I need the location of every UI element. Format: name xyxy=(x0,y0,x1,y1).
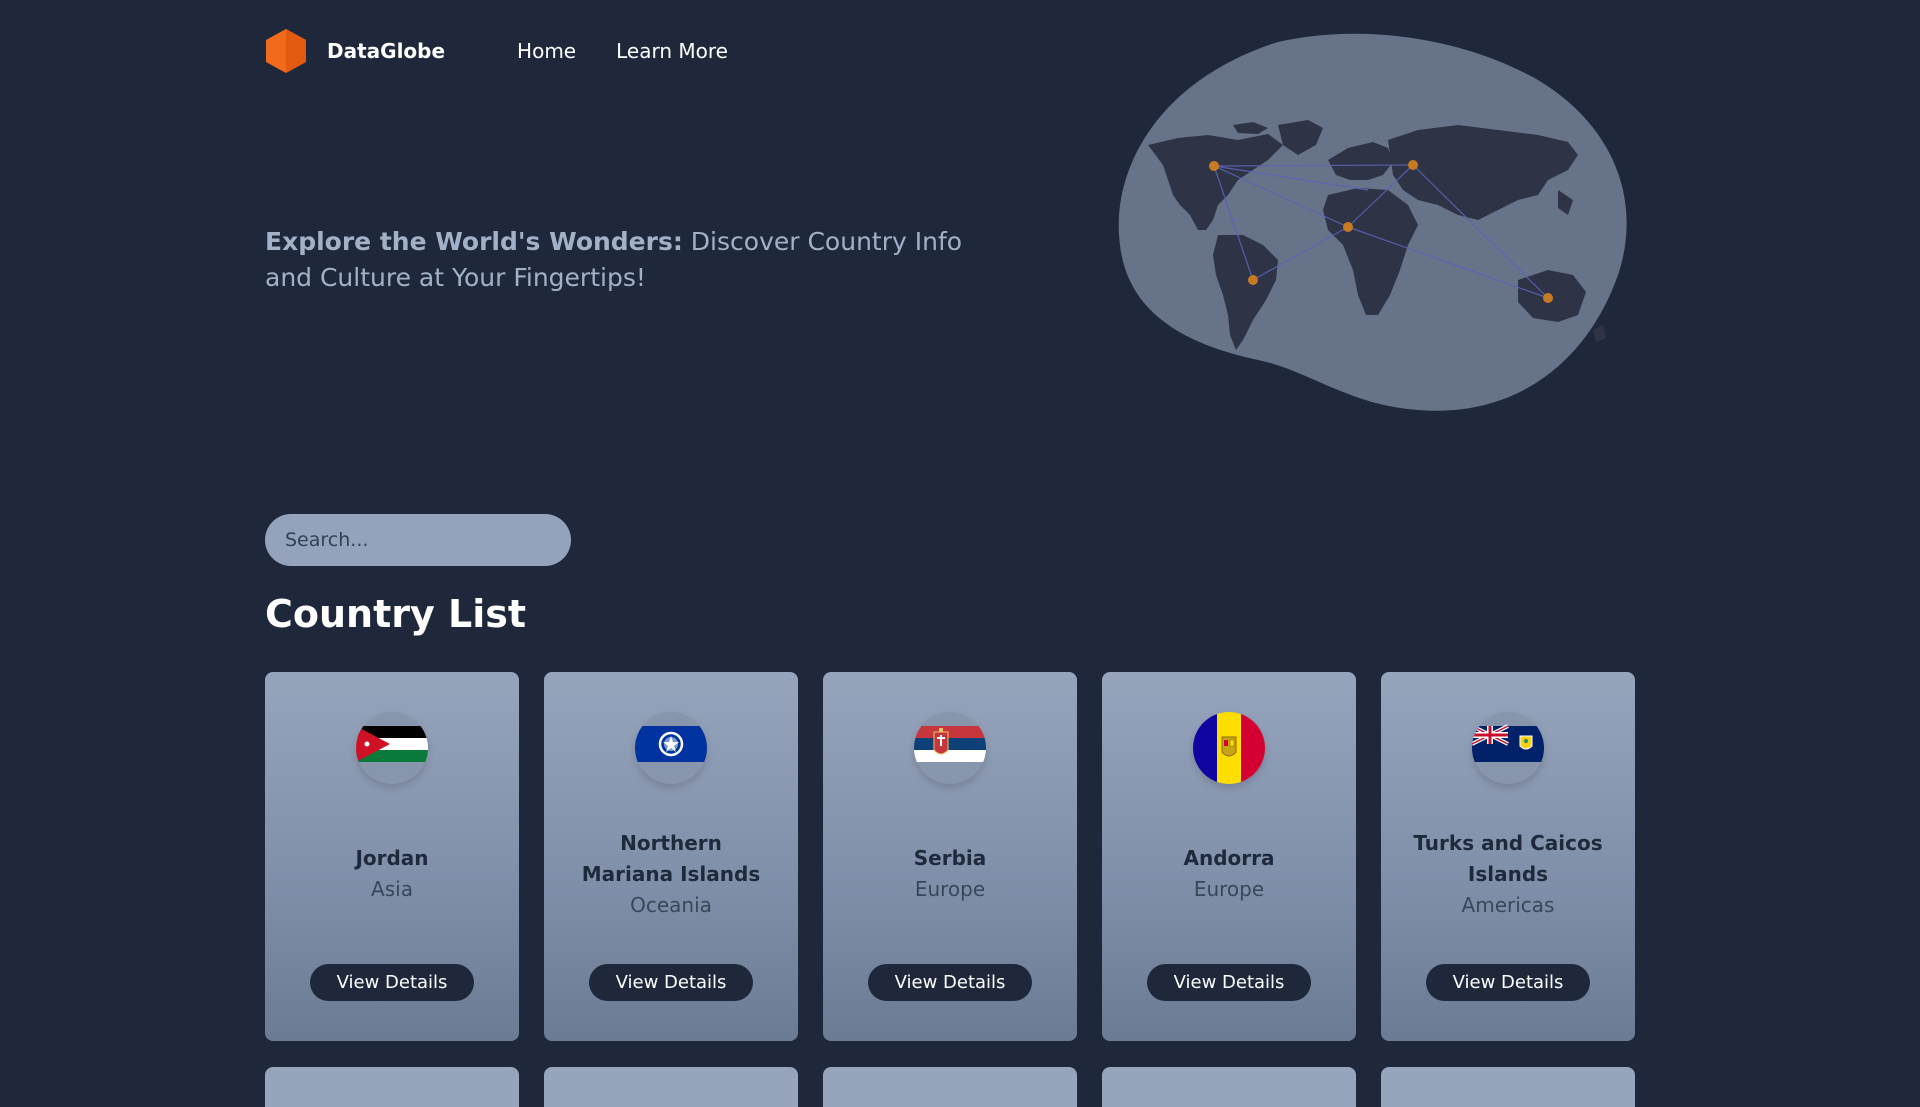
country-name: Northern Mariana Islands xyxy=(581,830,761,886)
country-text: Northern Mariana Islands Oceania xyxy=(571,804,771,944)
country-name: Turks and Caicos Islands xyxy=(1413,830,1603,886)
country-region: Asia xyxy=(371,877,413,901)
country-text: Andorra Europe xyxy=(1129,804,1329,944)
andorra-flag-icon xyxy=(1193,712,1265,784)
brand-name: DataGlobe xyxy=(327,39,446,63)
view-details-button[interactable]: View Details xyxy=(1147,964,1311,1001)
top-nav: DataGlobe Home Learn More xyxy=(265,26,728,76)
country-card[interactable]: Northern Mariana Islands Oceania View De… xyxy=(544,672,798,1041)
country-text: Turks and Caicos Islands Americas xyxy=(1408,804,1608,944)
country-region: Oceania xyxy=(630,892,712,917)
turks-and-caicos-flag-icon xyxy=(1472,712,1544,784)
country-card[interactable] xyxy=(1102,1067,1356,1107)
serbia-flag-icon xyxy=(914,712,986,784)
country-region: Americas xyxy=(1461,892,1555,917)
country-card[interactable]: Turks and Caicos Islands Americas View D… xyxy=(1381,672,1635,1041)
country-region: Europe xyxy=(1193,877,1265,901)
country-text: Serbia Europe xyxy=(850,804,1050,944)
country-card[interactable]: Serbia Europe View Details xyxy=(823,672,1077,1041)
view-details-button[interactable]: View Details xyxy=(310,964,474,1001)
northern-mariana-islands-flag-icon xyxy=(635,712,707,784)
nav-link-home[interactable]: Home xyxy=(517,39,576,63)
jordan-flag-icon xyxy=(356,712,428,784)
country-card[interactable]: Jordan Asia View Details xyxy=(265,672,519,1041)
hexagon-logo-icon xyxy=(266,29,306,73)
world-map-illustration xyxy=(1118,33,1627,411)
country-name: Andorra xyxy=(1183,846,1275,870)
country-card[interactable] xyxy=(823,1067,1077,1107)
hero-headline-bold: Explore the World's Wonders: xyxy=(265,227,683,256)
country-name: Serbia xyxy=(913,846,987,870)
country-text: Jordan Asia xyxy=(292,804,492,944)
view-details-button[interactable]: View Details xyxy=(1426,964,1590,1001)
country-card[interactable]: Andorra Europe View Details xyxy=(1102,672,1356,1041)
hero-headline: Explore the World's Wonders: Discover Co… xyxy=(265,224,965,296)
country-card[interactable] xyxy=(1381,1067,1635,1107)
view-details-button[interactable]: View Details xyxy=(868,964,1032,1001)
country-name: Jordan xyxy=(355,846,429,870)
view-details-button[interactable]: View Details xyxy=(589,964,753,1001)
logo[interactable]: DataGlobe xyxy=(265,28,445,74)
nav-links: Home Learn More xyxy=(517,39,728,63)
country-card[interactable] xyxy=(544,1067,798,1107)
nav-link-learn-more[interactable]: Learn More xyxy=(616,39,728,63)
search-input[interactable] xyxy=(265,514,571,566)
country-region: Europe xyxy=(914,877,986,901)
country-card[interactable] xyxy=(265,1067,519,1107)
section-title: Country List xyxy=(265,592,527,636)
